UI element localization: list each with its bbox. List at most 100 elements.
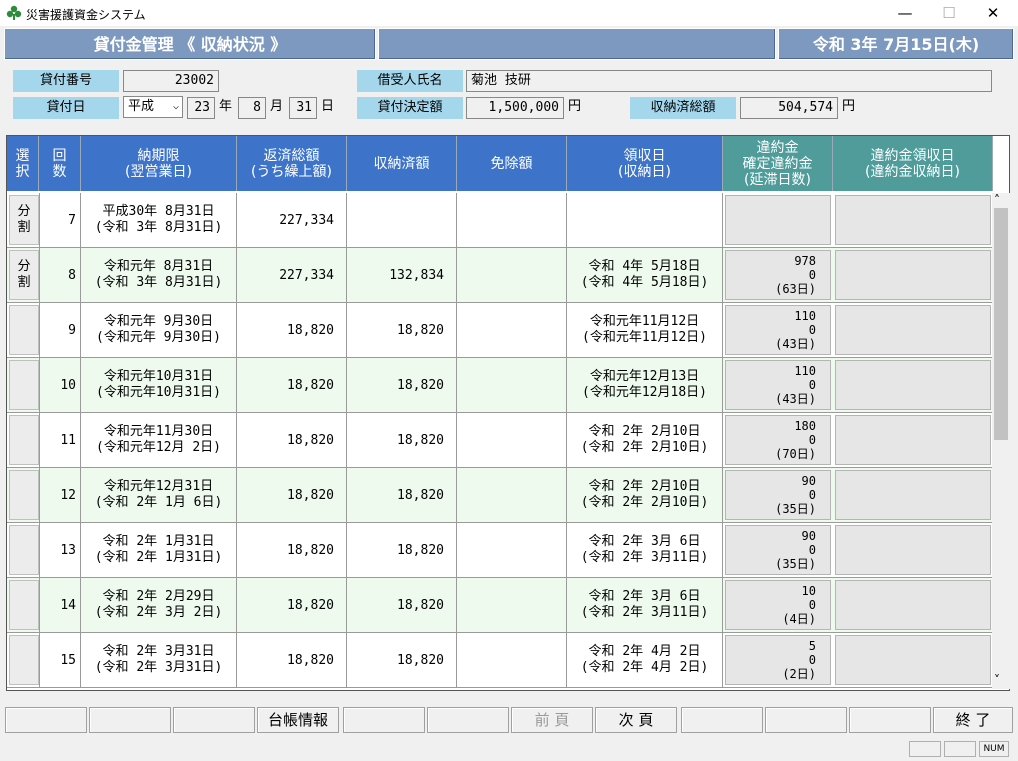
repay-cell: 18,820: [237, 413, 347, 467]
decision-unit: 円: [568, 99, 582, 114]
receipt-date-cell: [567, 193, 723, 247]
table-row[interactable]: 13 令和 2年 1月31日 (令和 2年 1月31日) 18,820 18,820 令和…: [7, 523, 993, 578]
decision-field[interactable]: 1,500,000: [466, 97, 564, 119]
col-paid: 収納済額: [347, 136, 457, 191]
count-cell: 11: [39, 413, 81, 467]
due-date-cell: 令和元年10月31日 (令和元年10月31日): [81, 358, 237, 412]
penalty-receipt-cell: [835, 415, 991, 465]
select-cell[interactable]: [9, 360, 39, 410]
table-body: 分割 7 平成30年 8月31日 (令和 3年 8月31日) 227,334 分割 8 令和元…: [7, 193, 993, 690]
borrower-field[interactable]: 菊池 技研: [466, 70, 992, 92]
repay-cell: 18,820: [237, 303, 347, 357]
table-row[interactable]: 11 令和元年11月30日 (令和元年12月 2日) 18,820 18,820 令和 2…: [7, 413, 993, 468]
due-date-cell: 令和 2年 1月31日 (令和 2年 1月31日): [81, 523, 237, 577]
col-penalty: 違約金 確定違約金 (延滞日数): [723, 136, 833, 191]
paid-cell: 18,820: [347, 303, 457, 357]
exempt-cell: [457, 248, 567, 302]
select-cell[interactable]: [9, 305, 39, 355]
loan-date-label: 貸付日: [13, 97, 119, 119]
paid-total-unit: 円: [842, 99, 856, 114]
col-receipt-date: 領収日 (収納日): [567, 136, 723, 191]
next-page-button[interactable]: 次 頁: [595, 707, 677, 733]
table-row[interactable]: 15 令和 2年 3月31日 (令和 2年 3月31日) 18,820 18,820 令和…: [7, 633, 993, 688]
minimize-button[interactable]: —: [882, 0, 928, 26]
loan-no-field[interactable]: 23002: [123, 70, 219, 92]
borrower-label: 借受人氏名: [357, 70, 463, 92]
paid-cell: 18,820: [347, 358, 457, 412]
select-cell[interactable]: [9, 415, 39, 465]
penalty-cell: [725, 195, 831, 245]
select-cell[interactable]: [9, 580, 39, 630]
paid-cell: 18,820: [347, 578, 457, 632]
fkey-3[interactable]: [173, 707, 255, 733]
select-cell[interactable]: [9, 470, 39, 520]
exempt-cell: [457, 303, 567, 357]
table-row[interactable]: 分割 8 令和元年 8月31日 (令和 3年 8月31日) 227,334 132,834…: [7, 248, 993, 303]
receipt-date-cell: 令和 4年 5月18日 (令和 4年 5月18日): [567, 248, 723, 302]
penalty-cell: 110 0 (43日): [725, 360, 831, 410]
table-row[interactable]: 12 令和元年12月31日 (令和 2年 1月 6日) 18,820 18,820 令和 …: [7, 468, 993, 523]
era-select[interactable]: 平成 ⌵: [123, 96, 183, 118]
fkey-9[interactable]: [681, 707, 763, 733]
paid-total-field[interactable]: 504,574: [740, 97, 838, 119]
table-row[interactable]: 14 令和 2年 2月29日 (令和 2年 3月 2日) 18,820 18,820 令和…: [7, 578, 993, 633]
penalty-receipt-cell: [835, 360, 991, 410]
select-cell[interactable]: 分割: [9, 195, 39, 245]
month-field[interactable]: 8: [238, 97, 266, 119]
scroll-up-icon[interactable]: ˄: [994, 193, 1000, 207]
table-row[interactable]: 10 令和元年10月31日 (令和元年10月31日) 18,820 18,820 令和元年…: [7, 358, 993, 413]
penalty-cell: 90 0 (35日): [725, 525, 831, 575]
year-unit: 年: [219, 99, 233, 114]
repay-cell: 18,820: [237, 468, 347, 522]
penalty-cell: 10 0 (4日): [725, 580, 831, 630]
receipt-date-cell: 令和元年11月12日 (令和元年11月12日): [567, 303, 723, 357]
app-logo-icon: [6, 5, 22, 20]
fkey-5[interactable]: [343, 707, 425, 733]
penalty-cell: 90 0 (35日): [725, 470, 831, 520]
scroll-thumb[interactable]: [994, 208, 1008, 440]
select-cell[interactable]: [9, 525, 39, 575]
exit-button[interactable]: 終 了: [933, 707, 1013, 733]
select-cell[interactable]: 分割: [9, 250, 39, 300]
fkey-10[interactable]: [765, 707, 847, 733]
paid-cell: 18,820: [347, 413, 457, 467]
penalty-receipt-cell: [835, 305, 991, 355]
due-date-cell: 令和元年12月31日 (令和 2年 1月 6日): [81, 468, 237, 522]
day-field[interactable]: 31: [289, 97, 317, 119]
fkey-6[interactable]: [427, 707, 509, 733]
exempt-cell: [457, 523, 567, 577]
count-cell: 13: [39, 523, 81, 577]
col-select: 選択: [7, 136, 39, 191]
repay-cell: 18,820: [237, 358, 347, 412]
table-row[interactable]: 9 令和元年 9月30日 (令和元年 9月30日) 18,820 18,820 令和元年1…: [7, 303, 993, 358]
close-button[interactable]: ✕: [970, 0, 1016, 26]
count-cell: 8: [39, 248, 81, 302]
repay-cell: 227,334: [237, 248, 347, 302]
paid-cell: 18,820: [347, 468, 457, 522]
screen-title: 貸付金管理 《 収納状況 》: [4, 28, 376, 60]
repay-cell: 18,820: [237, 578, 347, 632]
prev-page-button[interactable]: 前 頁: [511, 707, 593, 733]
due-date-cell: 令和 2年 3月31日 (令和 2年 3月31日): [81, 633, 237, 687]
scroll-down-icon[interactable]: ˅: [994, 673, 1000, 687]
select-cell[interactable]: [9, 635, 39, 685]
col-exempt: 免除額: [457, 136, 567, 191]
chevron-down-icon: ⌵: [172, 101, 179, 112]
header-middle: [378, 28, 776, 60]
count-cell: 12: [39, 468, 81, 522]
due-date-cell: 令和元年 8月31日 (令和 3年 8月31日): [81, 248, 237, 302]
ledger-info-button[interactable]: 台帳情報: [257, 707, 339, 733]
exempt-cell: [457, 413, 567, 467]
penalty-cell: 180 0 (70日): [725, 415, 831, 465]
fkey-2[interactable]: [89, 707, 171, 733]
due-date-cell: 平成30年 8月31日 (令和 3年 8月31日): [81, 193, 237, 247]
maximize-button[interactable]: ☐: [926, 0, 972, 26]
penalty-receipt-cell: [835, 470, 991, 520]
paid-cell: 132,834: [347, 248, 457, 302]
status-num: NUM: [979, 741, 1009, 757]
fkey-11[interactable]: [849, 707, 931, 733]
receipt-date-cell: 令和 2年 3月 6日 (令和 2年 3月11日): [567, 523, 723, 577]
table-row[interactable]: 分割 7 平成30年 8月31日 (令和 3年 8月31日) 227,334: [7, 193, 993, 248]
fkey-1[interactable]: [5, 707, 87, 733]
year-field[interactable]: 23: [187, 97, 215, 119]
